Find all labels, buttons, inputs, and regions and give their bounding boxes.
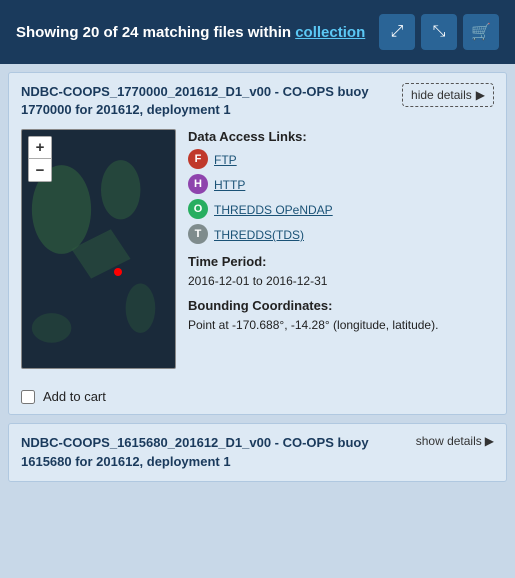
cart-row: Add to cart (21, 381, 494, 404)
card-1-header: NDBC-COOPS_1770000_201612_D1_v00 - CO-OP… (21, 83, 494, 119)
show-details-label: show details (416, 434, 482, 448)
card-2-header: NDBC-COOPS_1615680_201612_D1_v00 - CO-OP… (21, 434, 494, 470)
chevron-right-icon: ▶ (485, 434, 494, 448)
opendap-link-row: O THREDDS OPeNDAP (188, 199, 494, 219)
zoom-out-button[interactable]: − (29, 159, 51, 181)
hide-details-button[interactable]: hide details ▶ (402, 83, 494, 107)
header-bar: Showing 20 of 24 matching files within c… (0, 0, 515, 64)
ftp-link[interactable]: FTP (214, 153, 237, 167)
result-card-1: NDBC-COOPS_1770000_201612_D1_v00 - CO-OP… (8, 72, 507, 415)
tds-badge: T (188, 224, 208, 244)
cart-label: Add to cart (43, 389, 106, 404)
add-to-cart-checkbox[interactable] (21, 390, 35, 404)
map-container[interactable]: + − (21, 129, 176, 369)
tds-link-row: T THREDDS(TDS) (188, 224, 494, 244)
chevron-right-icon: ▶ (476, 88, 485, 102)
tds-link-text: THREDDS(TDS) (214, 227, 304, 242)
collapse-button[interactable]: ⤡ (421, 14, 457, 50)
card-1-info: Data Access Links: F FTP H HTTP O THREDD… (188, 129, 494, 369)
card-2-title: NDBC-COOPS_1615680_201612_D1_v00 - CO-OP… (21, 434, 406, 470)
time-period-value: 2016-12-01 to 2016-12-31 (188, 274, 494, 288)
ftp-badge: F (188, 149, 208, 169)
http-link-text: HTTP (214, 177, 245, 192)
header-summary: Showing 20 of 24 matching files within c… (16, 24, 367, 41)
tds-link[interactable]: THREDDS(TDS) (214, 228, 304, 242)
opendap-link[interactable]: THREDDS OPeNDAP (214, 203, 333, 217)
opendap-badge: O (188, 199, 208, 219)
details-toggle-label: hide details (411, 88, 472, 102)
card-1-title: NDBC-COOPS_1770000_201612_D1_v00 - CO-OP… (21, 83, 392, 119)
summary-text: Showing 20 of 24 matching files within (16, 24, 291, 41)
expand-button[interactable]: ⤢ (379, 14, 415, 50)
http-link-row: H HTTP (188, 174, 494, 194)
collection-link[interactable]: collection (295, 24, 365, 41)
opendap-link-text: THREDDS OPeNDAP (214, 202, 333, 217)
ftp-link-text: FTP (214, 152, 237, 167)
time-period-title: Time Period: (188, 254, 494, 269)
ftp-link-row: F FTP (188, 149, 494, 169)
show-details-button[interactable]: show details ▶ (416, 434, 494, 448)
result-card-2: NDBC-COOPS_1615680_201612_D1_v00 - CO-OP… (8, 423, 507, 481)
zoom-in-button[interactable]: + (29, 137, 51, 159)
header-buttons: ⤢ ⤡ 🛒 (379, 14, 499, 50)
data-access-title: Data Access Links: (188, 129, 494, 144)
bounding-value: Point at -170.688°, -14.28° (longitude, … (188, 318, 494, 332)
http-badge: H (188, 174, 208, 194)
map-zoom-controls[interactable]: + − (28, 136, 52, 182)
data-links: F FTP H HTTP O THREDDS OPeNDAP T THREDDS… (188, 149, 494, 244)
card-1-body: + − Data Access Links: F FTP H HTTP O TH… (21, 129, 494, 369)
bounding-title: Bounding Coordinates: (188, 298, 494, 313)
http-link[interactable]: HTTP (214, 178, 245, 192)
cart-button[interactable]: 🛒 (463, 14, 499, 50)
